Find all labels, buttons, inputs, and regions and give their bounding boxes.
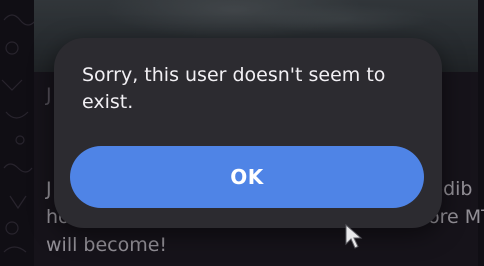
- alert-dialog: Sorry, this user doesn't seem to exist. …: [54, 38, 442, 228]
- app-screen: J J redib ho ore MT will become! Sorry, …: [0, 0, 484, 266]
- dialog-message: Sorry, this user doesn't seem to exist.: [82, 64, 386, 113]
- ok-button[interactable]: OK: [70, 146, 424, 208]
- pointer-cursor-icon: [345, 224, 363, 249]
